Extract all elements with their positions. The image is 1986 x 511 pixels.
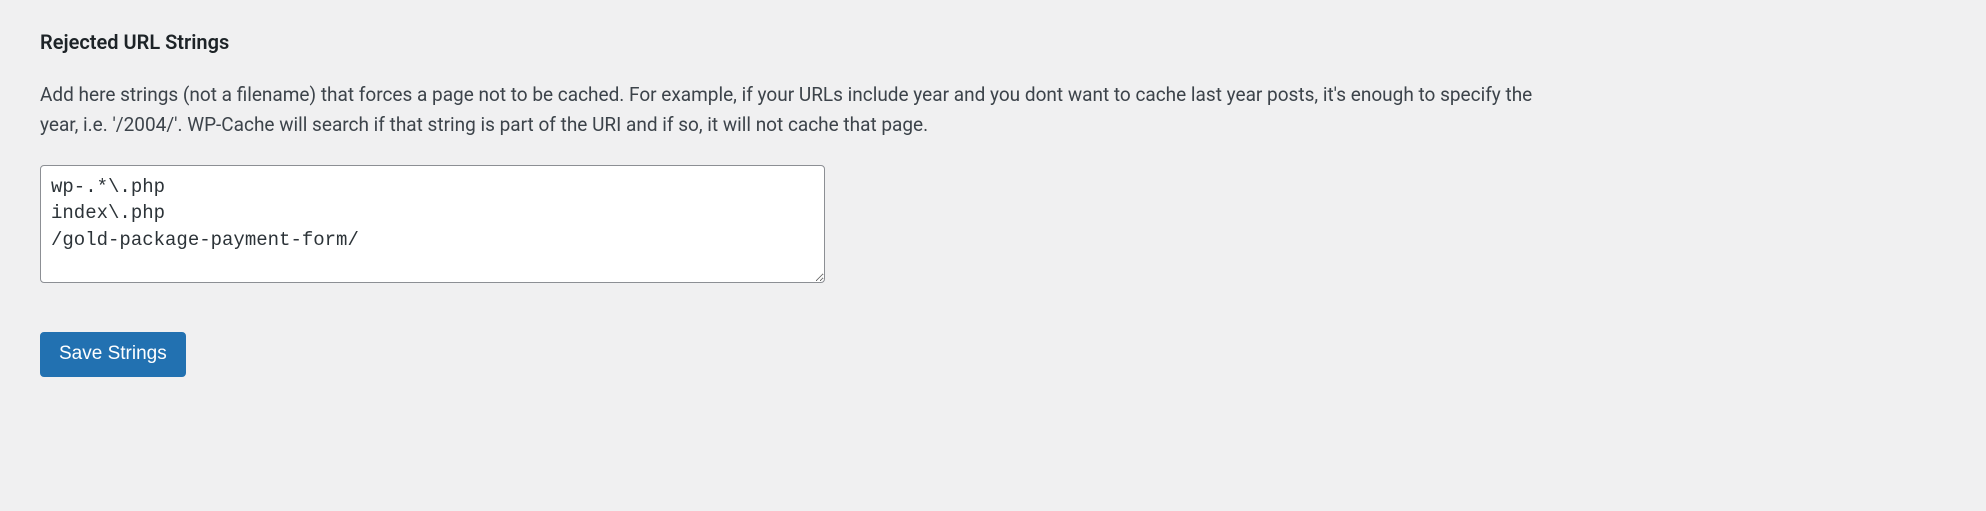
rejected-url-strings-textarea[interactable] — [40, 165, 825, 283]
save-strings-button[interactable]: Save Strings — [40, 332, 186, 377]
section-title: Rejected URL Strings — [40, 30, 1946, 54]
section-description: Add here strings (not a filename) that f… — [40, 80, 1540, 141]
